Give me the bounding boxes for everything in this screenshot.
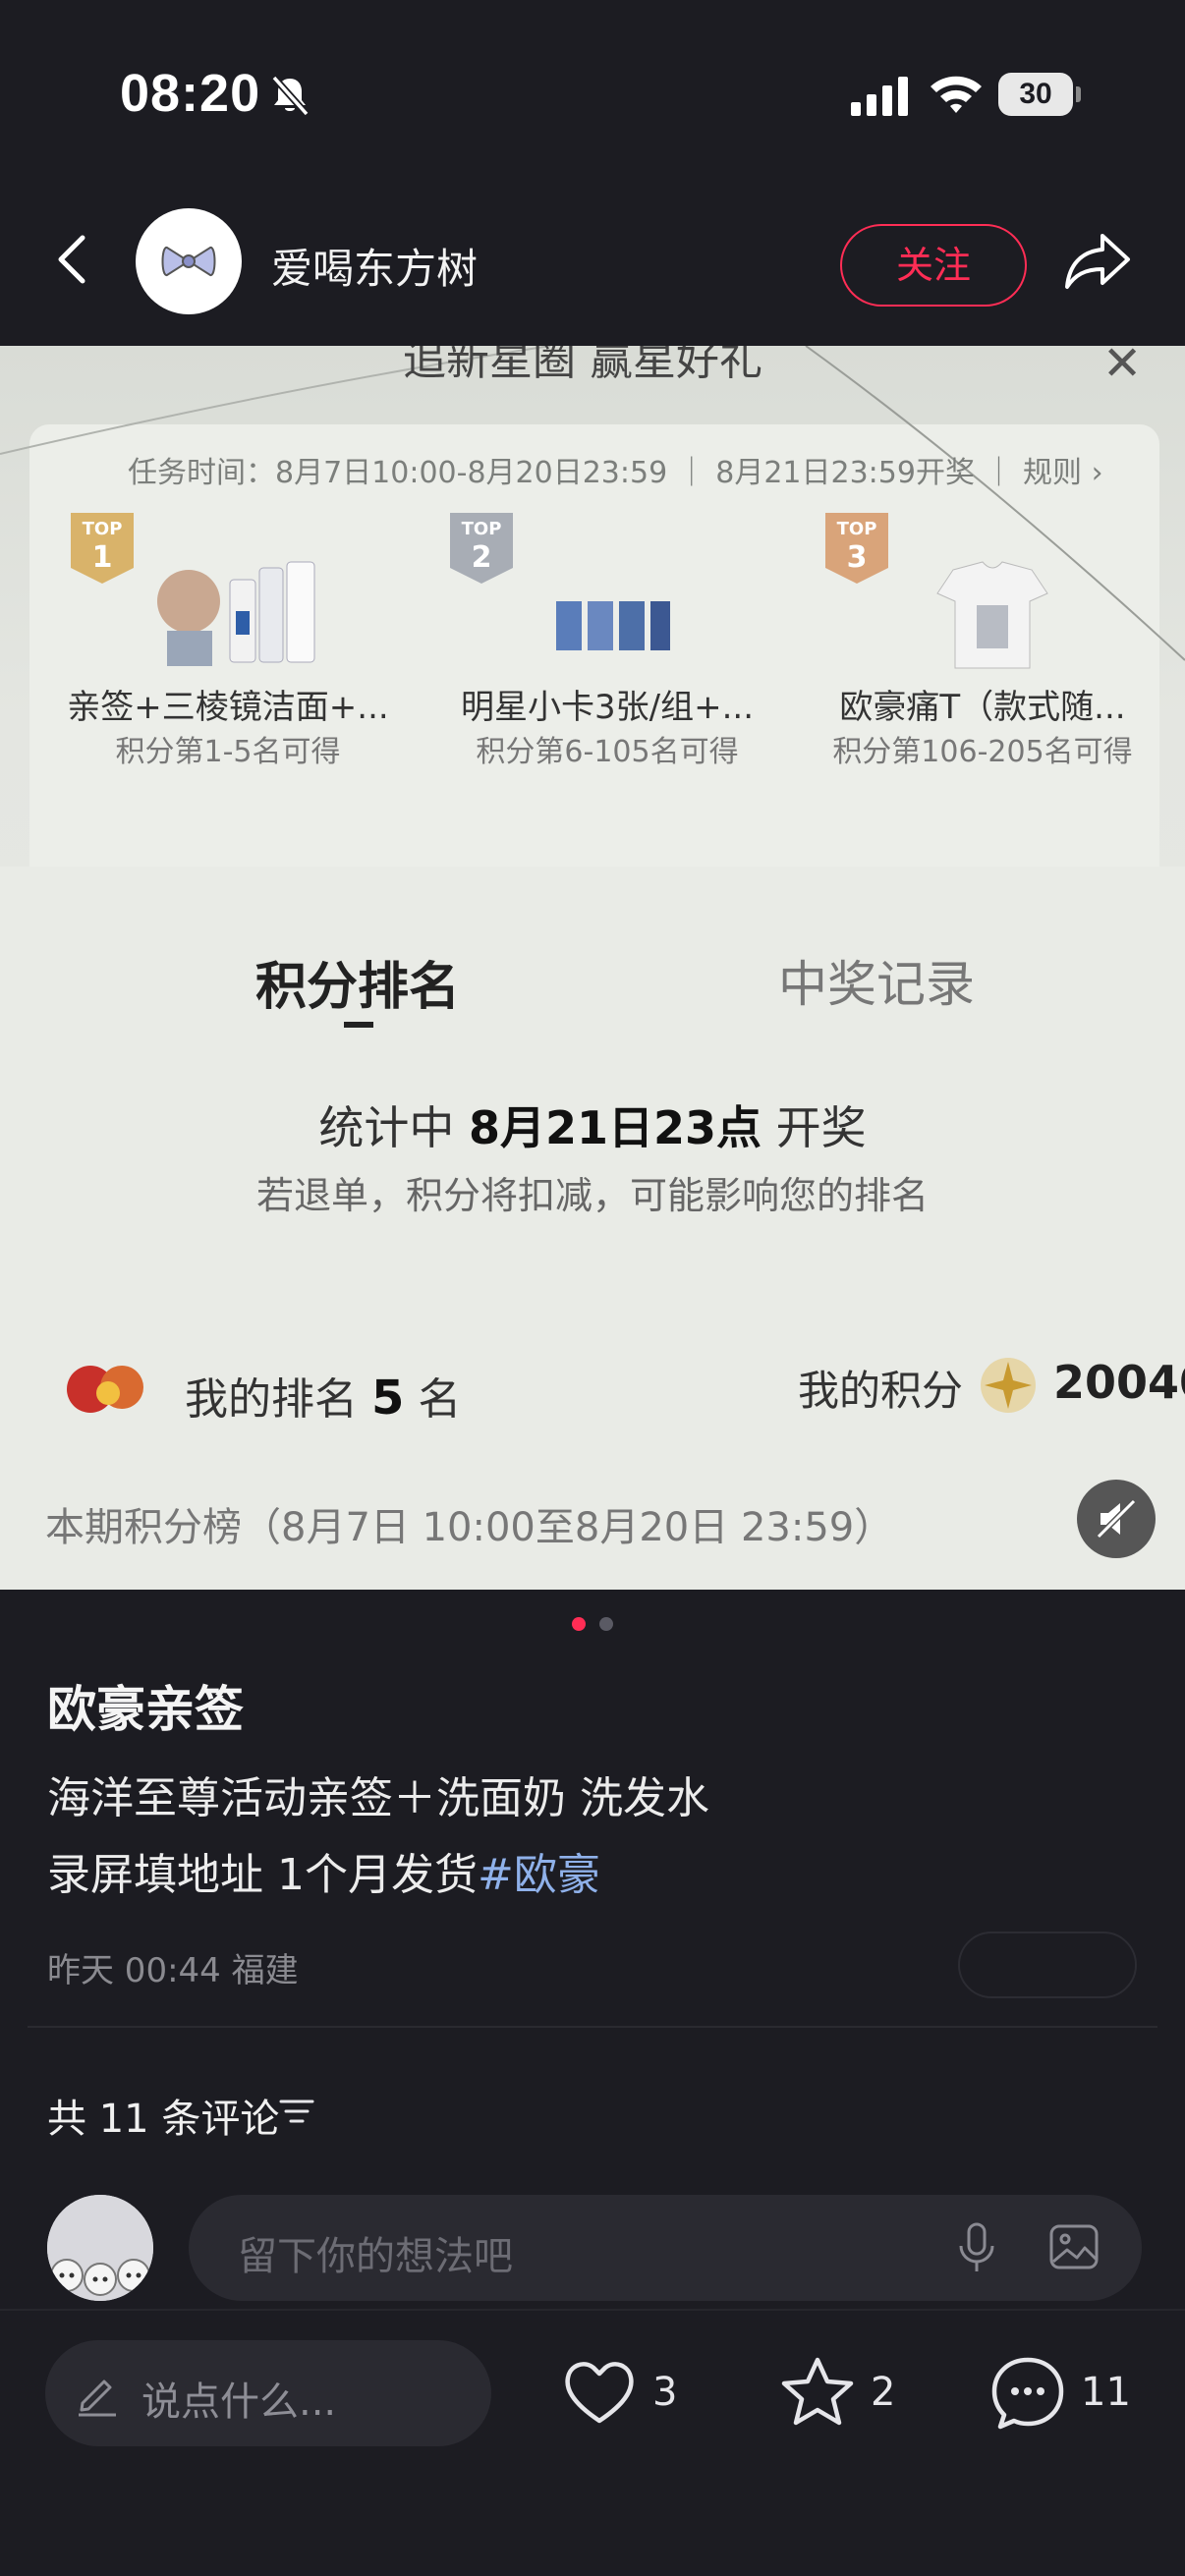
post-title: 欧豪亲签 — [47, 1681, 244, 1738]
my-rank: 我的排名 5 名 — [185, 1371, 462, 1426]
prize-image — [556, 601, 670, 650]
prize-image — [157, 561, 315, 666]
photo-close-icon: ✕ — [1102, 346, 1143, 391]
battery-icon: 30 — [998, 73, 1081, 116]
post-body-line: 录屏填地址 1个月发货#欧豪 — [47, 1850, 600, 1900]
prize-name: 明星小卡3张/组+... — [461, 688, 754, 727]
back-arrow-icon[interactable] — [47, 232, 102, 287]
speaker-muted-icon — [1096, 1498, 1137, 1540]
author-avatar[interactable] — [136, 208, 242, 314]
image-icon[interactable] — [1049, 2224, 1099, 2269]
prize-card-1: TOP 1 亲签+三棱镜洁面+... 积分第1-5名可得 — [41, 513, 415, 769]
say-something-input[interactable]: 说点什么... — [45, 2340, 491, 2446]
heart-icon — [565, 2362, 634, 2424]
meta-pill-button[interactable] — [958, 1932, 1137, 1998]
points-coin-icon — [981, 1358, 1036, 1413]
photo-header-text: 追新星圈 赢星好礼 — [403, 346, 762, 385]
tab-winning-record: 中奖记录 — [778, 956, 975, 1013]
star-icon — [781, 2357, 854, 2426]
divider — [0, 2309, 1185, 2311]
refund-warning: 若退单，积分将扣减，可能影响您的排名 — [255, 1174, 929, 1217]
post-photo[interactable]: 追新星圈 赢星好礼 ✕ 任务时间：8月7日10:00-8月20日23:59 ｜ … — [0, 346, 1185, 1590]
post-body-line: 海洋至尊活动亲签＋洗面奶 洗发水 — [47, 1773, 709, 1823]
share-icon[interactable] — [1063, 230, 1132, 291]
status-time: 08:20 — [120, 64, 261, 123]
microphone-icon[interactable] — [957, 2222, 996, 2273]
rank-logo-icon — [67, 1366, 143, 1413]
prize-name: 欧豪痛T（款式随... — [839, 688, 1126, 727]
my-points-value: 20040 — [1053, 1356, 1185, 1409]
tab-underline — [344, 1022, 373, 1028]
battery-level: 30 — [1019, 78, 1052, 110]
period-text: 本期积分榜（8月7日 10:00至8月20日 23:59） — [45, 1505, 894, 1550]
carousel-dot-active — [572, 1617, 586, 1631]
post-body: 海洋至尊活动亲签＋洗面奶 洗发水 录屏填地址 1个月发货#欧豪 — [47, 1761, 709, 1914]
mute-button[interactable] — [1077, 1480, 1156, 1558]
sort-filter-icon[interactable] — [279, 2097, 314, 2126]
prize-name: 亲签+三棱镜洁面+... — [67, 688, 389, 727]
status-bar: 08:20 30 — [0, 0, 1185, 187]
pen-icon — [79, 2380, 116, 2417]
say-something-placeholder: 说点什么... — [141, 2380, 337, 2425]
wifi-icon — [931, 76, 982, 113]
hashtag-link[interactable]: #欧豪 — [478, 1850, 600, 1900]
follow-button[interactable]: 关注 — [840, 224, 1027, 307]
prize-requirement: 积分第6-105名可得 — [476, 735, 739, 769]
my-points-label: 我的积分 — [798, 1367, 964, 1415]
collect-count: 2 — [871, 2370, 896, 2415]
comment-count-badge: 11 — [1081, 2370, 1131, 2415]
comment-bubble-icon — [991, 2357, 1064, 2430]
bell-muted-icon — [271, 75, 310, 117]
comment-input[interactable]: 留下你的想法吧 — [189, 2195, 1142, 2301]
bow-icon — [161, 246, 216, 277]
comment-input-placeholder: 留下你的想法吧 — [238, 2234, 513, 2279]
like-count: 3 — [652, 2370, 678, 2415]
prize-requirement: 积分第106-205名可得 — [832, 735, 1133, 769]
author-name[interactable]: 爱喝东方树 — [271, 236, 478, 296]
draw-status: 统计中 8月21日23点 开奖 — [318, 1101, 867, 1154]
comment-count: 共 11 条评论 — [47, 2097, 280, 2142]
avatar-illustration — [47, 2195, 153, 2301]
carousel-dot — [599, 1617, 613, 1631]
prize-card-2: TOP 2 明星小卡3张/组+... 积分第6-105名可得 — [421, 513, 794, 769]
carousel-indicator — [0, 1617, 1185, 1633]
tab-points-ranking: 积分排名 — [255, 958, 461, 1017]
prize-card-3: TOP 3 欧豪痛T（款式随... 积分第106-205名可得 — [796, 513, 1169, 769]
cellular-signal-icon — [851, 77, 908, 116]
divider — [28, 2026, 1157, 2028]
task-time: 任务时间：8月7日10:00-8月20日23:59 ｜ 8月21日23:59开奖… — [128, 456, 1103, 490]
prize-requirement: 积分第1-5名可得 — [115, 735, 341, 769]
post-header: 爱喝东方树 关注 — [0, 206, 1185, 324]
prize-image — [936, 561, 1048, 669]
my-avatar[interactable] — [47, 2195, 153, 2301]
post-meta: 昨天 00:44 福建 — [47, 1951, 299, 1990]
